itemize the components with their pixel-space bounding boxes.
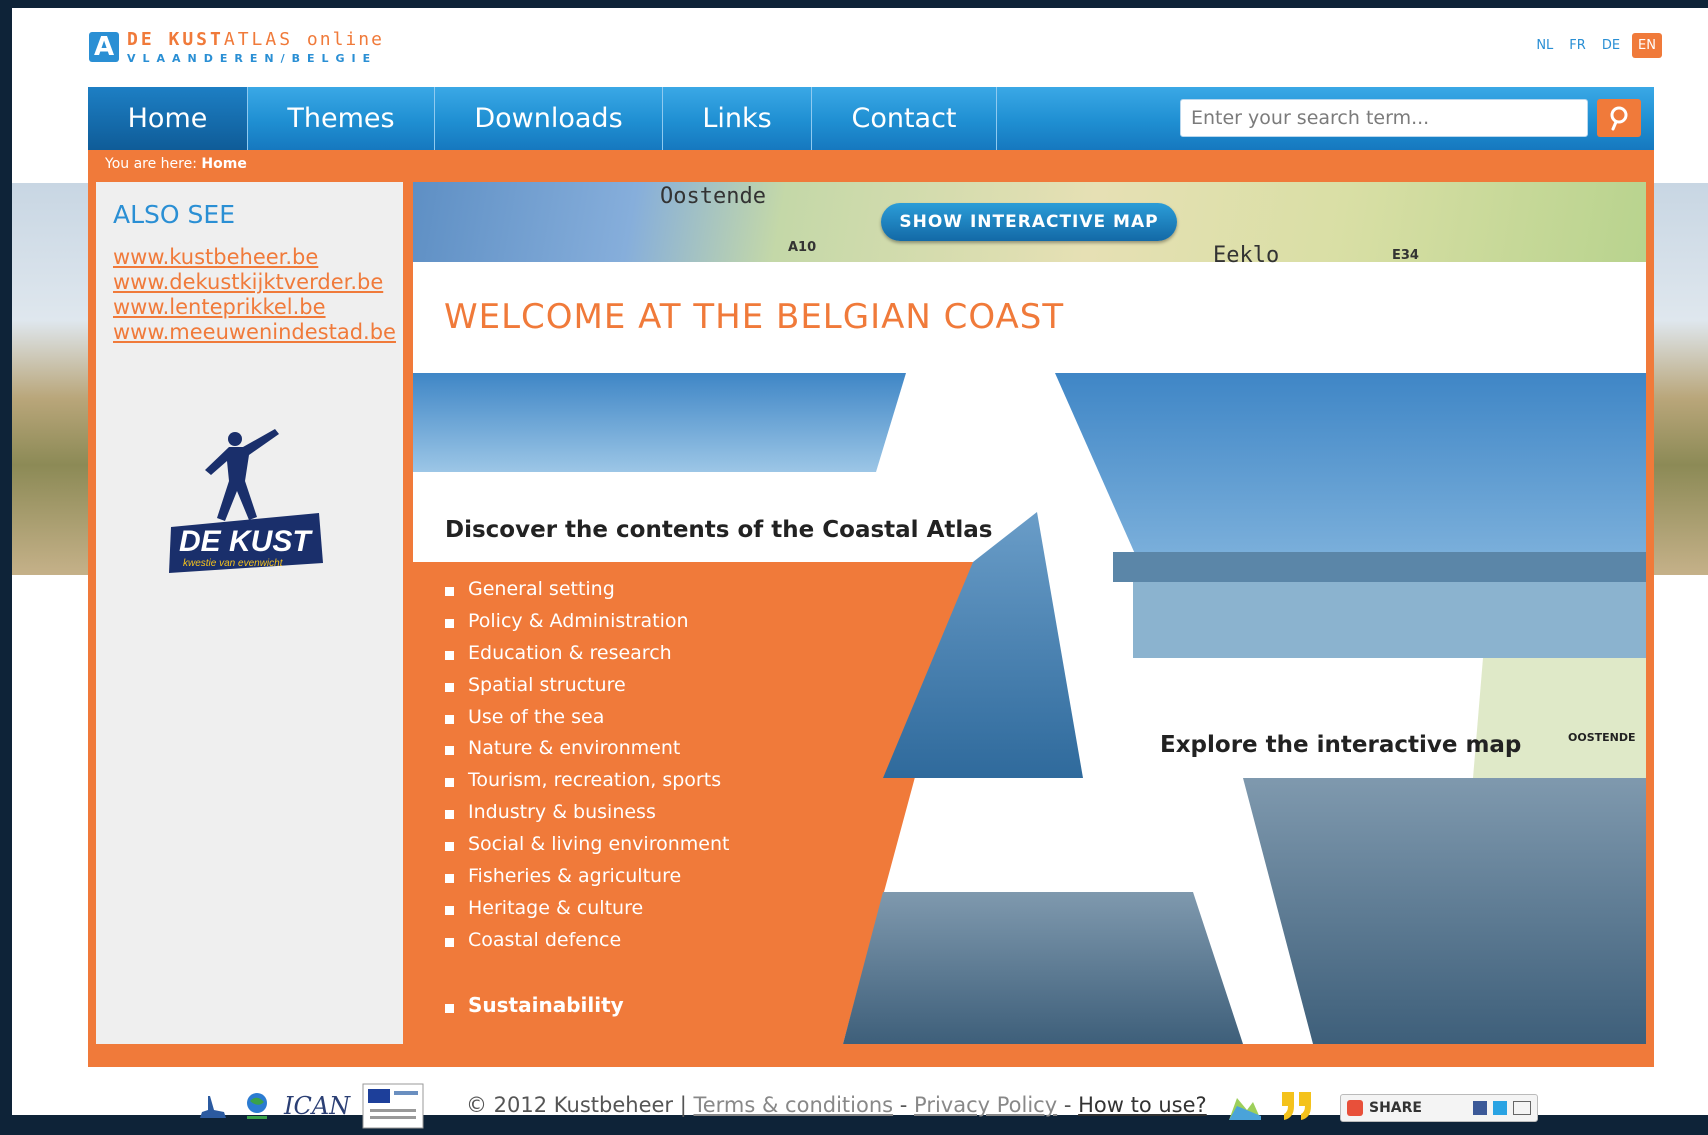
logo-mark-icon: A <box>89 32 119 62</box>
nav-themes[interactable]: Themes <box>248 87 435 150</box>
share-label: SHARE <box>1369 1100 1422 1116</box>
theme-sustainability[interactable]: Sustainability <box>445 993 624 1017</box>
logo-text: DE KUSTATLAS online VLAANDEREN/BELGIE <box>127 29 384 65</box>
link-kustbeheer[interactable]: www.kustbeheer.be <box>113 245 396 270</box>
map-label-eeklo: Eeklo <box>1213 243 1280 268</box>
quote-icon[interactable] <box>1280 1090 1314 1122</box>
how-to-use-link[interactable]: How to use? <box>1078 1093 1207 1117</box>
rock-photo-bottom <box>843 892 1243 1044</box>
window-frame-top <box>0 0 1708 8</box>
theme-industry-business[interactable]: Industry & business <box>445 800 729 832</box>
de-kust-logo[interactable]: DE KUST kwestie van evenwicht <box>165 425 335 575</box>
facebook-icon <box>1473 1101 1487 1115</box>
copyright-text: © 2012 Kustbeheer | <box>466 1093 687 1117</box>
also-see-links: www.kustbeheer.be www.dekustkijktverder.… <box>113 245 396 345</box>
search-icon <box>1610 106 1628 131</box>
email-icon <box>1513 1101 1531 1115</box>
dune-background-right <box>1652 183 1708 575</box>
share-button[interactable]: SHARE <box>1340 1094 1538 1122</box>
mini-map-label: OOSTENDE <box>1568 731 1636 744</box>
also-see-heading: ALSO SEE <box>113 200 235 229</box>
link-lenteprikkel[interactable]: www.lenteprikkel.be <box>113 295 396 320</box>
language-switcher: NL FR DE EN <box>1532 33 1662 58</box>
window-frame-left <box>0 0 12 1135</box>
svg-text:kwestie van evenwicht: kwestie van evenwicht <box>183 558 284 569</box>
map-label-oostende: Oostende <box>660 184 766 209</box>
site-logo[interactable]: A DE KUSTATLAS online VLAANDEREN/BELGIE <box>89 29 384 65</box>
terms-link[interactable]: Terms & conditions <box>693 1093 893 1117</box>
logo-title: DE KUSTATLAS online <box>127 29 384 50</box>
map-label-a10: A10 <box>788 240 817 255</box>
theme-use-of-sea[interactable]: Use of the sea <box>445 705 729 737</box>
nav-contact[interactable]: Contact <box>812 87 997 150</box>
sky-photo-left <box>413 373 906 472</box>
logo-subtitle: VLAANDEREN/BELGIE <box>127 52 378 65</box>
breadcrumb-prefix: You are here: <box>105 156 197 172</box>
rock-photo-right <box>1243 778 1646 1044</box>
partner-logo-globe-icon[interactable] <box>242 1090 272 1122</box>
search-button[interactable] <box>1597 99 1641 137</box>
nav-downloads[interactable]: Downloads <box>435 87 663 150</box>
theme-social-living[interactable]: Social & living environment <box>445 832 729 864</box>
theme-policy-administration[interactable]: Policy & Administration <box>445 609 729 641</box>
mini-map-photo <box>1473 658 1646 778</box>
discover-heading: Discover the contents of the Coastal Atl… <box>445 517 993 543</box>
themes-list: General setting Policy & Administration … <box>445 577 729 960</box>
theme-education-research[interactable]: Education & research <box>445 641 729 673</box>
share-plus-icon <box>1347 1100 1363 1116</box>
twitter-icon <box>1493 1101 1507 1115</box>
show-interactive-map-button[interactable]: SHOW INTERACTIVE MAP <box>881 203 1177 241</box>
lang-nl[interactable]: NL <box>1532 34 1557 57</box>
map-label-e34: E34 <box>1392 248 1419 263</box>
lang-en[interactable]: EN <box>1632 33 1662 58</box>
breadcrumb: You are here: Home <box>105 156 247 172</box>
theme-spatial-structure[interactable]: Spatial structure <box>445 673 729 705</box>
lang-de[interactable]: DE <box>1598 34 1624 57</box>
lang-fr[interactable]: FR <box>1565 34 1590 57</box>
nav-home[interactable]: Home <box>88 87 248 150</box>
explore-map-link[interactable]: Explore the interactive map <box>1160 732 1521 758</box>
theme-fisheries-agriculture[interactable]: Fisheries & agriculture <box>445 864 729 896</box>
welcome-heading: WELCOME AT THE BELGIAN COAST <box>444 297 1065 337</box>
partner-logo-ican[interactable]: ICAN <box>284 1092 350 1120</box>
theme-general-setting[interactable]: General setting <box>445 577 729 609</box>
footer-text: © 2012 Kustbeheer | Terms & conditions -… <box>466 1093 1207 1117</box>
partner-logo-eu-flag-icon[interactable] <box>362 1083 424 1129</box>
link-meeuwenindestad[interactable]: www.meeuwenindestad.be <box>113 320 396 345</box>
privacy-link[interactable]: Privacy Policy <box>914 1093 1057 1117</box>
theme-tourism[interactable]: Tourism, recreation, sports <box>445 768 729 800</box>
map-thumb-icon[interactable] <box>1227 1088 1263 1124</box>
theme-heritage-culture[interactable]: Heritage & culture <box>445 896 729 928</box>
theme-nature-environment[interactable]: Nature & environment <box>445 736 729 768</box>
svg-text:DE KUST: DE KUST <box>179 525 313 558</box>
dune-background-left <box>12 183 90 575</box>
partner-logos: ICAN <box>196 1083 424 1129</box>
search-input[interactable] <box>1180 99 1588 137</box>
nav-links[interactable]: Links <box>663 87 812 150</box>
breadcrumb-current[interactable]: Home <box>201 156 246 172</box>
partner-logo-seagull-icon[interactable] <box>196 1090 230 1122</box>
theme-coastal-defence[interactable]: Coastal defence <box>445 928 729 960</box>
link-dekustkijktverder[interactable]: www.dekustkijktverder.be <box>113 270 396 295</box>
